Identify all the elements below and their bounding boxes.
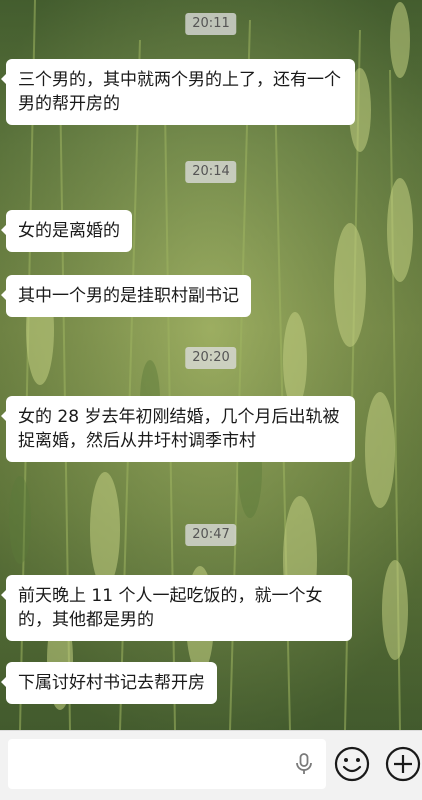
message-input[interactable] (8, 739, 326, 789)
message-bubble[interactable]: 女的 28 岁去年初刚结婚，几个月后出轨被捉离婚，然后从井圩村调季市村 (1, 396, 355, 462)
message-bubble[interactable]: 下属讨好村书记去帮开房 (1, 662, 217, 704)
message-bubble[interactable]: 其中一个男的是挂职村副书记 (1, 275, 251, 317)
message-bubble[interactable]: 女的是离婚的 (1, 210, 132, 252)
message-bubble[interactable]: 前天晚上 11 个人一起吃饭的，就一个女的，其他都是男的 (1, 575, 352, 641)
mic-icon[interactable] (294, 753, 314, 775)
timestamp: 20:47 (185, 524, 237, 546)
input-bar (0, 730, 422, 800)
emoji-icon[interactable] (333, 745, 371, 783)
timestamp: 20:14 (185, 161, 237, 183)
timestamp: 20:11 (185, 13, 237, 35)
message-bubble[interactable]: 三个男的，其中就两个男的上了，还有一个男的帮开房的 (1, 59, 355, 125)
timestamp: 20:20 (185, 347, 237, 369)
plus-icon[interactable] (384, 745, 422, 783)
